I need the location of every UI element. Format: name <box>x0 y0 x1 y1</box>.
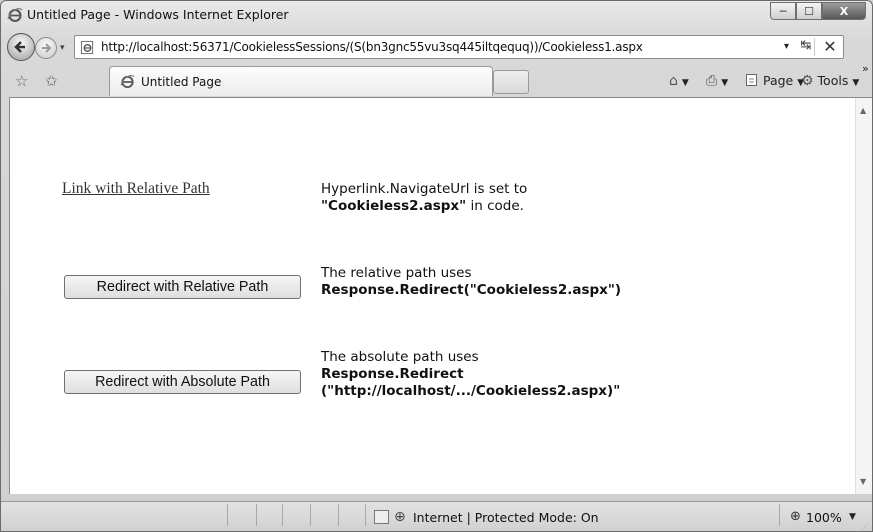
minimize-button[interactable]: ─ <box>770 2 796 20</box>
tools-menu-dropdown-icon: ▼ <box>852 78 860 88</box>
ie-logo-icon <box>7 8 23 22</box>
page-menu-label: Page <box>762 73 794 88</box>
browser-window: Untitled Page - Windows Internet Explore… <box>0 0 873 532</box>
page-content: Link with Relative Path Hyperlink.Naviga… <box>9 97 872 494</box>
page-menu-icon <box>746 74 757 86</box>
favorites-star-icon[interactable]: ☆ <box>15 72 28 90</box>
relative-path-link[interactable]: Link with Relative Path <box>62 180 210 198</box>
add-favorites-icon[interactable]: ✩ <box>45 72 58 90</box>
status-divider <box>282 504 283 526</box>
tools-menu-label: Tools <box>817 73 849 88</box>
desc1-line2: "Cookieless2.aspx" in code. <box>321 198 527 215</box>
desc3-bold1: Response.Redirect <box>321 366 464 382</box>
hyperlink-description: Hyperlink.NavigateUrl is set to "Cookiel… <box>321 181 527 215</box>
security-zone-label[interactable]: Internet | Protected Mode: On <box>413 510 599 525</box>
status-divider <box>310 504 311 526</box>
back-arrow-icon <box>14 41 25 53</box>
status-divider <box>365 504 366 526</box>
address-bar[interactable]: http://localhost:56371/CookielessSession… <box>74 35 844 59</box>
status-divider <box>338 504 339 526</box>
globe-icon: ⊕ <box>394 509 406 525</box>
close-icon: X <box>839 4 849 18</box>
resize-grip-icon[interactable]: ⋰ <box>861 522 869 531</box>
desc1-tail: in code. <box>466 198 524 214</box>
status-divider <box>779 504 780 526</box>
tab-untitled-page[interactable]: Untitled Page <box>109 66 493 96</box>
desc3-line1: The absolute path uses <box>321 349 479 365</box>
scroll-down-icon[interactable]: ▼ <box>860 477 866 486</box>
address-dropdown-icon[interactable]: ▾ <box>784 41 789 52</box>
status-divider <box>227 504 228 526</box>
zoom-dropdown-icon[interactable]: ▼ <box>849 512 856 522</box>
print-icon: ⎙ <box>706 73 718 89</box>
redirect-absolute-button[interactable]: Redirect with Absolute Path <box>64 370 301 394</box>
zoom-icon[interactable]: ⊕ <box>790 509 801 524</box>
tools-menu-button[interactable]: ⚙ Tools ▼ <box>801 73 859 89</box>
back-button[interactable] <box>7 33 35 61</box>
desc3-bold2: ("http://localhost/.../Cookieless2.aspx)… <box>321 383 621 399</box>
status-bar: ⊕ Internet | Protected Mode: On ⊕ 100% ▼… <box>1 501 872 531</box>
new-tab-button[interactable] <box>493 70 529 94</box>
tab-label: Untitled Page <box>141 75 222 89</box>
address-input[interactable]: http://localhost:56371/CookielessSession… <box>101 40 643 54</box>
print-button[interactable]: ⎙ ▼ <box>706 73 728 89</box>
vertical-scrollbar[interactable]: ▲ ▼ <box>855 98 872 494</box>
forward-arrow-icon <box>42 43 52 53</box>
scroll-up-icon[interactable]: ▲ <box>860 106 866 115</box>
title-bar: Untitled Page - Windows Internet Explore… <box>1 1 872 29</box>
tab-bar: ☆ ✩ Untitled Page ⌂ ▼ ⎙ ▼ Page ▼ ⚙ Tools… <box>1 62 872 96</box>
protected-mode-icon[interactable] <box>374 510 389 524</box>
home-dropdown-icon[interactable]: ▼ <box>682 78 689 88</box>
more-commands-icon[interactable]: » <box>862 62 869 75</box>
page-menu-button[interactable]: Page ▼ <box>745 73 804 88</box>
redirect-relative-button[interactable]: Redirect with Relative Path <box>64 275 301 299</box>
forward-button[interactable] <box>35 37 57 59</box>
zoom-level[interactable]: 100% <box>806 510 842 525</box>
recent-pages-dropdown[interactable]: ▾ <box>60 43 65 53</box>
maximize-button[interactable]: ☐ <box>796 2 822 20</box>
print-dropdown-icon[interactable]: ▼ <box>721 78 728 88</box>
maximize-icon: ☐ <box>804 4 814 18</box>
stop-icon[interactable]: ✕ <box>820 37 840 57</box>
status-divider <box>256 504 257 526</box>
page-icon <box>80 40 94 55</box>
absolute-redirect-description: The absolute path uses Response.Redirect… <box>321 349 620 400</box>
home-icon: ⌂ <box>669 73 678 89</box>
desc2-line1: The relative path uses <box>321 265 472 281</box>
home-button[interactable]: ⌂ ▼ <box>669 73 689 89</box>
ie-tab-icon <box>120 75 135 89</box>
relative-redirect-description: The relative path uses Response.Redirect… <box>321 265 621 299</box>
caption-buttons: ─ ☐ X <box>770 2 866 21</box>
desc1-line1: Hyperlink.NavigateUrl is set to <box>321 181 528 197</box>
desc1-bold: "Cookieless2.aspx" <box>321 198 467 214</box>
gear-icon: ⚙ <box>801 73 814 89</box>
minimize-icon: ─ <box>779 4 787 18</box>
navigation-bar: ▾ http://localhost:56371/CookielessSessi… <box>1 31 872 63</box>
refresh-icon[interactable]: ↹ <box>795 38 817 56</box>
desc2-bold: Response.Redirect("Cookieless2.aspx") <box>321 282 622 298</box>
window-title: Untitled Page - Windows Internet Explore… <box>27 7 289 22</box>
close-button[interactable]: X <box>822 2 866 20</box>
